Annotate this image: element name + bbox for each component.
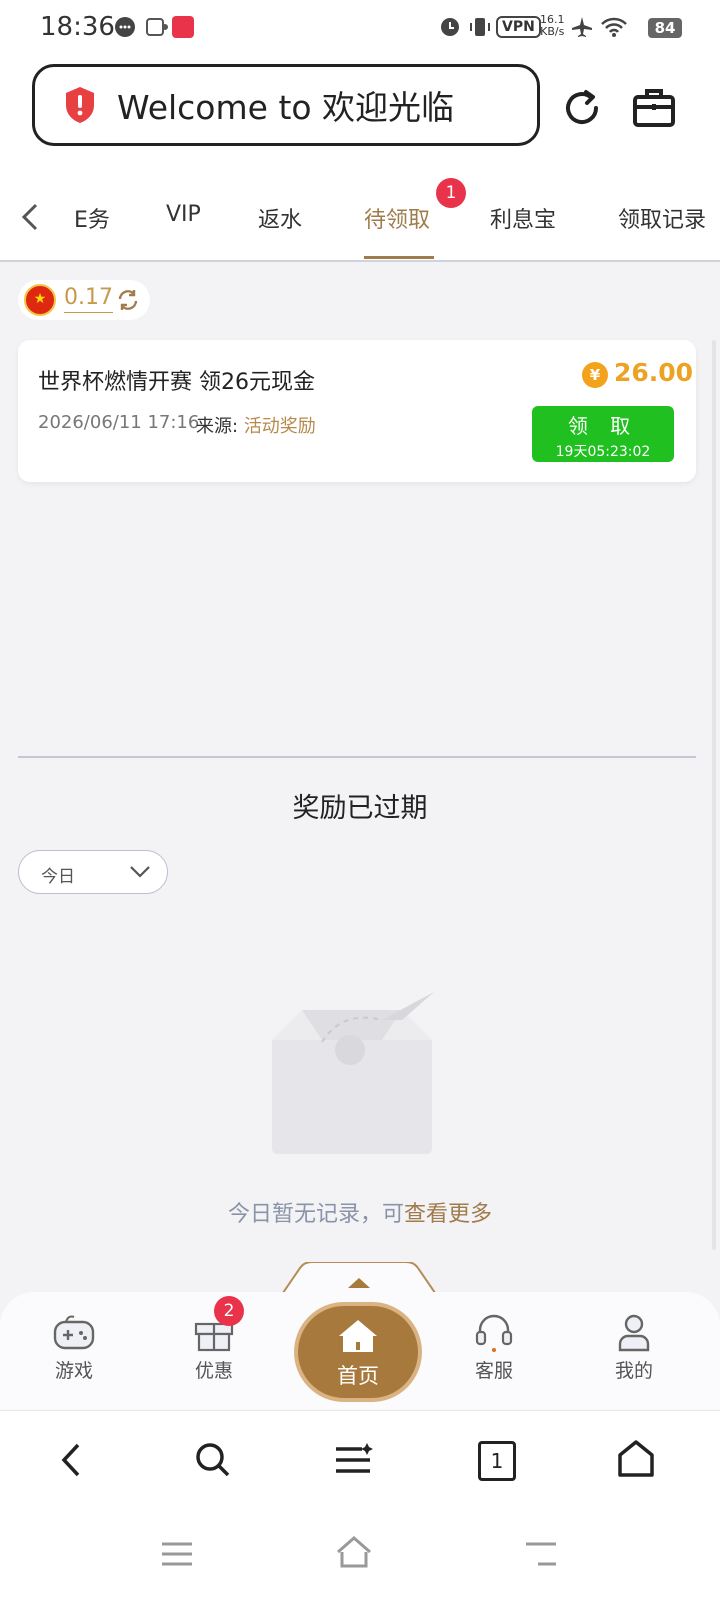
coin-icon: ¥	[582, 362, 608, 388]
menu-icon[interactable]	[334, 1441, 374, 1479]
red-app-icon	[172, 16, 194, 38]
tab-claim-history[interactable]: 领取记录	[618, 202, 706, 234]
expired-section-title: 奖励已过期	[292, 793, 428, 824]
tab-interest[interactable]: 利息宝	[490, 202, 556, 234]
tab-count-button[interactable]: 1	[478, 1441, 516, 1481]
system-back-icon[interactable]	[524, 1540, 558, 1568]
reward-datetime: 2026/06/11 17:16	[38, 412, 200, 433]
empty-state-prefix: 今日暂无记录，可	[227, 1202, 404, 1227]
reward-amount: 26.00	[614, 358, 694, 387]
airplane-icon	[572, 17, 592, 37]
tab-scroll-left-icon[interactable]	[20, 202, 40, 232]
welcome-banner: Welcome to 欢迎光临	[32, 64, 540, 146]
reward-title: 世界杯燃情开赛 领26元现金	[38, 370, 315, 395]
nav-service[interactable]: 客服	[444, 1312, 544, 1383]
system-home-icon[interactable]	[334, 1534, 374, 1568]
nav-games-label: 游戏	[54, 1360, 93, 1382]
claim-button[interactable]: 领 取 19天05:23:02	[532, 406, 674, 462]
headset-icon	[475, 1314, 513, 1352]
date-filter-value: 今日	[41, 867, 75, 887]
shield-alert-icon	[66, 87, 94, 123]
chat-icon	[115, 17, 135, 37]
tab-bar: E务 VIP 返水 待领取 1 利息宝 领取记录	[0, 174, 720, 262]
view-more-link[interactable]: 查看更多	[404, 1202, 492, 1227]
reward-source: 来源: 活动奖励	[196, 412, 316, 438]
date-filter-select[interactable]: 今日	[18, 850, 168, 894]
nav-mine-label: 我的	[614, 1360, 653, 1382]
back-icon[interactable]	[56, 1441, 86, 1479]
tab-pending[interactable]: 待领取	[364, 202, 430, 234]
network-speed: 16.1 KB/s	[540, 14, 565, 38]
nav-home-button[interactable]: 首页	[294, 1302, 422, 1402]
promos-badge: 2	[214, 1296, 244, 1326]
active-tab-indicator	[364, 256, 434, 259]
browser-toolbar: 1	[0, 1410, 720, 1511]
nav-promos-label: 优惠	[194, 1360, 233, 1382]
app-notify-icon	[146, 18, 168, 36]
claim-countdown: 19天05:23:02	[555, 444, 651, 460]
reward-source-value: 活动奖励	[243, 416, 316, 437]
system-recents-icon[interactable]	[160, 1540, 194, 1568]
tab-pending-badge: 1	[436, 178, 466, 208]
browser-home-icon[interactable]	[616, 1439, 656, 1479]
nav-promos[interactable]: 优惠	[164, 1312, 264, 1383]
vpn-indicator: VPN	[496, 16, 541, 38]
nav-games[interactable]: 游戏	[24, 1312, 124, 1383]
refresh-icon[interactable]	[558, 84, 606, 132]
balance-pill: ★ 0.17	[18, 280, 150, 320]
speed-unit: KB/s	[540, 25, 565, 38]
balance-refresh-icon[interactable]	[116, 288, 140, 312]
tab-tasks[interactable]: E务	[74, 202, 110, 234]
user-icon	[618, 1314, 650, 1352]
nav-service-label: 客服	[474, 1360, 513, 1382]
search-icon[interactable]	[194, 1441, 232, 1479]
status-time: 18:36	[40, 12, 115, 42]
app-header: Welcome to 欢迎光临	[0, 56, 720, 174]
empty-box-illustration	[272, 992, 434, 1154]
home-icon	[339, 1320, 377, 1352]
vibrate-icon	[470, 18, 490, 36]
battery-indicator: 84	[648, 18, 682, 38]
status-bar: 18:36 VPN 16.1 KB/s 84	[0, 0, 720, 56]
tab-vip[interactable]: VIP	[166, 202, 201, 227]
currency-flag-icon: ★	[24, 284, 56, 316]
wifi-icon	[601, 17, 627, 37]
claim-label: 领 取	[567, 414, 639, 438]
briefcase-icon[interactable]	[630, 84, 678, 132]
chevron-down-icon	[130, 866, 150, 878]
system-nav-bar	[0, 1510, 720, 1600]
balance-amount: 0.17	[64, 284, 113, 313]
welcome-text: Welcome to 欢迎光临	[117, 88, 455, 127]
reward-source-label: 来源:	[196, 416, 239, 437]
gamepad-icon	[53, 1315, 95, 1350]
empty-state-text: 今日暂无记录，可查看更多	[0, 1196, 720, 1228]
nav-mine[interactable]: 我的	[584, 1312, 684, 1383]
alarm-icon	[441, 18, 459, 36]
nav-home-label: 首页	[337, 1364, 379, 1388]
tab-rebate[interactable]: 返水	[258, 202, 302, 234]
section-divider	[18, 756, 696, 758]
reward-card: 世界杯燃情开赛 领26元现金 2026/06/11 17:16 来源: 活动奖励…	[18, 340, 696, 482]
